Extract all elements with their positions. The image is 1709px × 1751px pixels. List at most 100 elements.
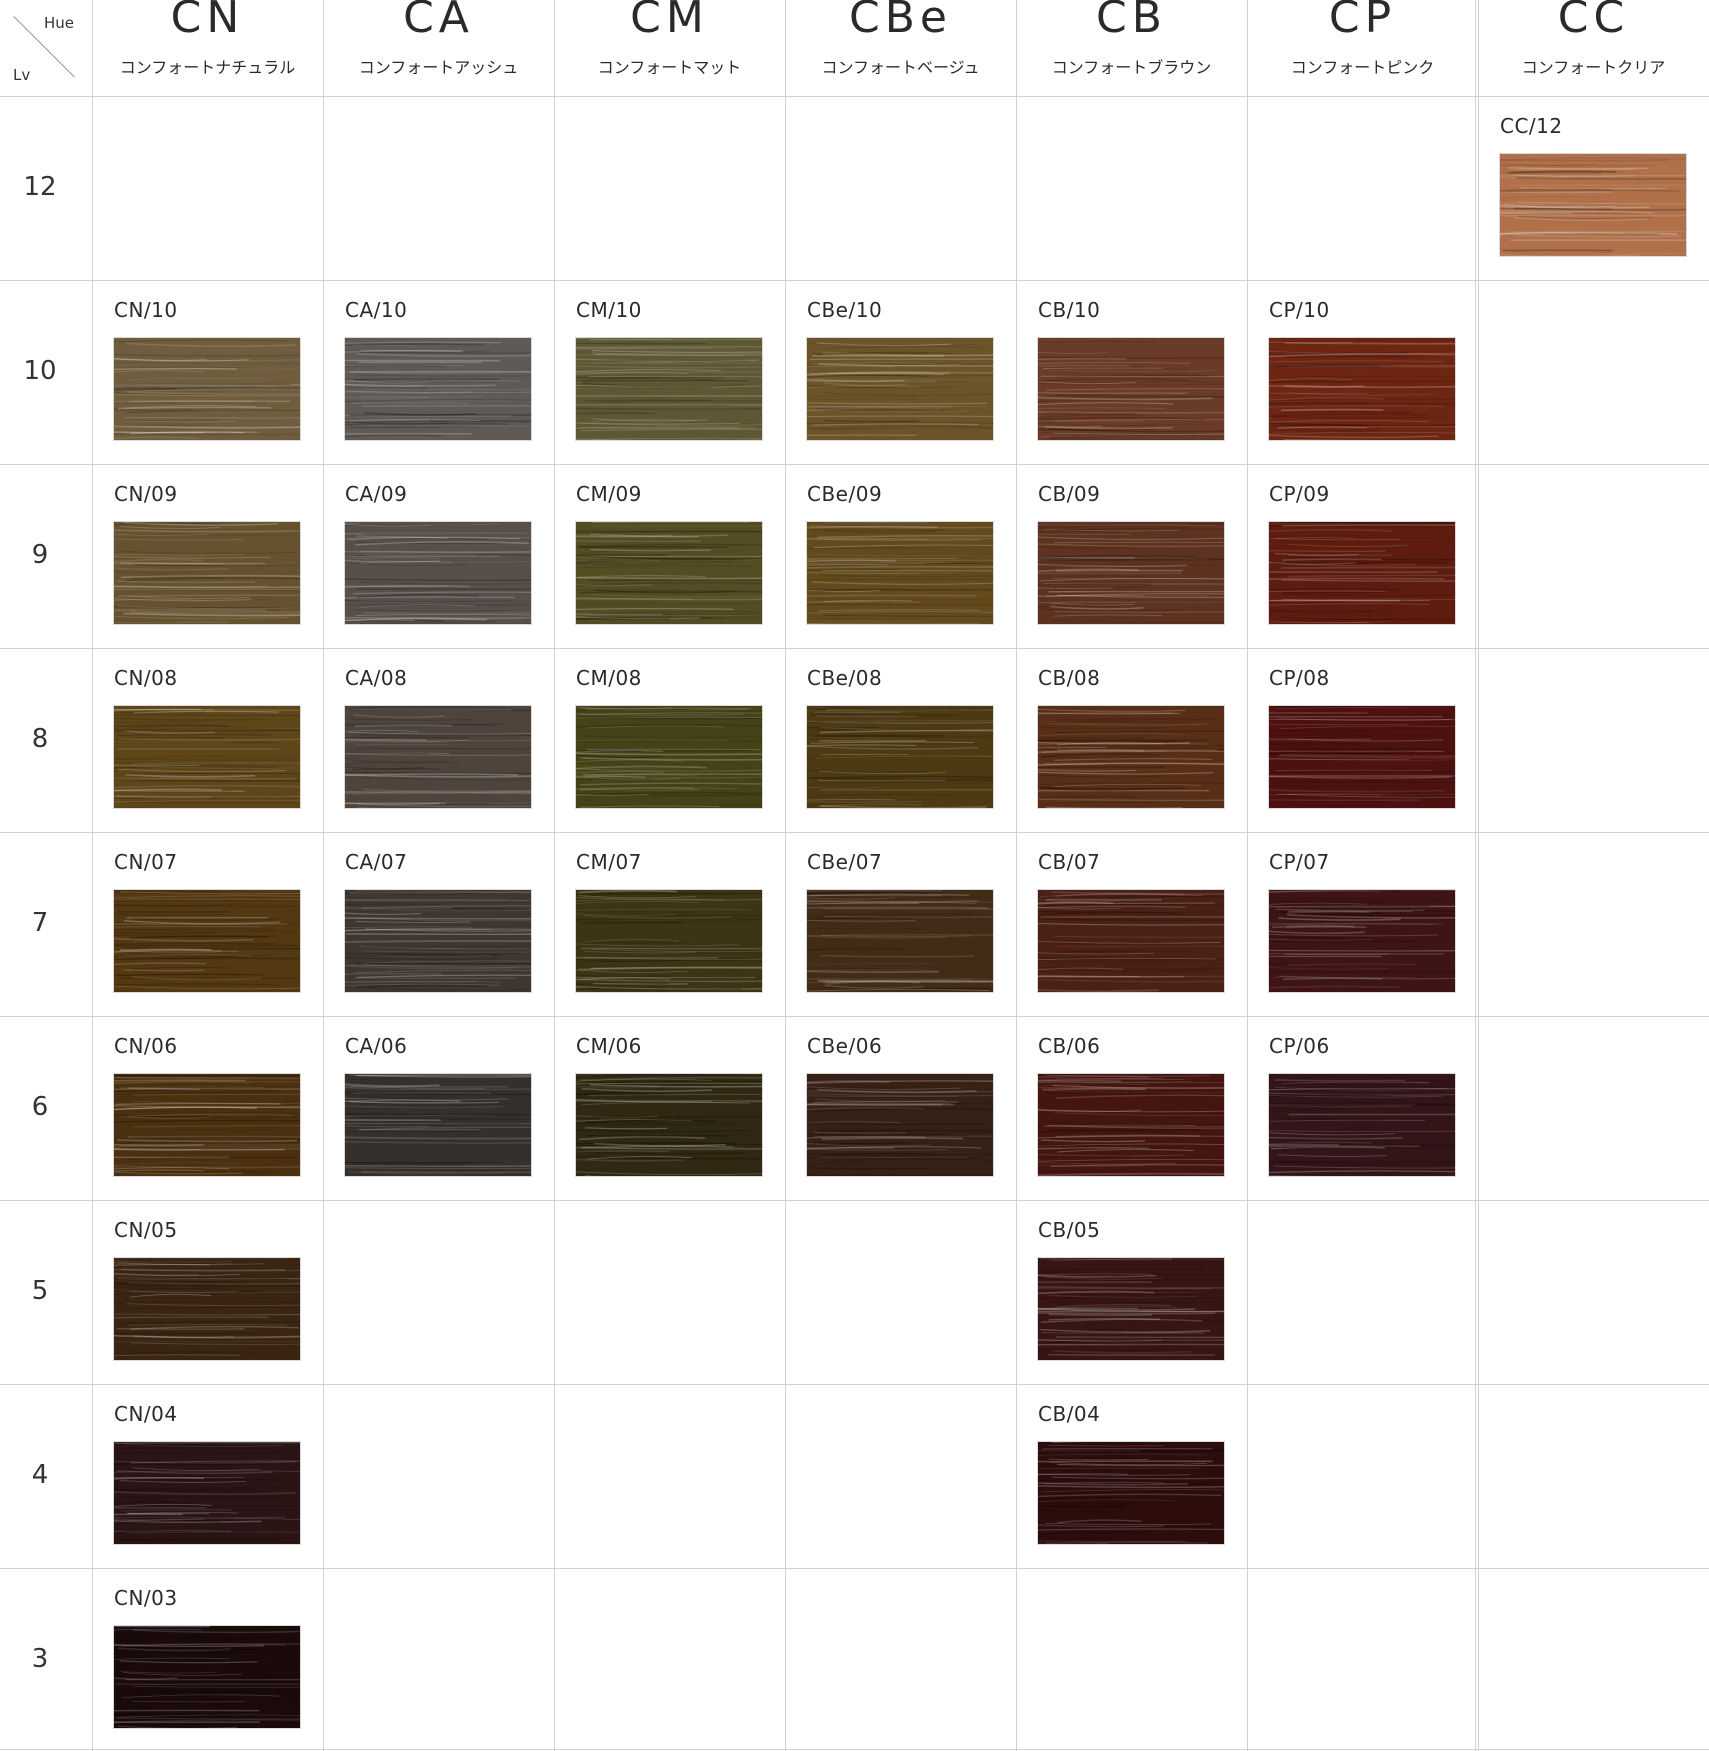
color-swatch <box>576 1074 762 1176</box>
color-swatch <box>807 522 993 624</box>
swatch-code: CN/10 <box>114 298 178 322</box>
column-divider <box>323 0 324 1751</box>
hue-name: コンフォートアッシュ <box>358 58 519 77</box>
color-swatch <box>1038 1442 1224 1544</box>
level-label: 5 <box>31 1276 49 1306</box>
swatch-code: CC/12 <box>1500 114 1563 138</box>
color-swatch <box>345 338 531 440</box>
level-label: 8 <box>31 724 49 754</box>
swatch-code: CA/08 <box>345 666 408 690</box>
hue-header-cc: CC コンフォートクリア <box>1478 0 1709 96</box>
hair-color-chart: Hue Lv CN コンフォートナチュラル CA コンフォートアッシュ CM コンフォート… <box>0 0 1709 1751</box>
column-divider <box>1475 0 1479 1751</box>
hue-code: CM <box>630 0 709 43</box>
hue-axis-label: Hue <box>44 14 75 32</box>
column-divider <box>92 0 93 1751</box>
hue-header-ca: CA コンフォートアッシュ <box>323 0 554 96</box>
color-swatch <box>1038 1074 1224 1176</box>
column-divider <box>554 0 555 1751</box>
swatch-code: CP/06 <box>1269 1034 1330 1058</box>
hue-name: コンフォートナチュラル <box>119 58 296 77</box>
column-divider <box>1016 0 1017 1751</box>
hue-header-cb: CB コンフォートブラウン <box>1016 0 1247 96</box>
color-swatch <box>345 522 531 624</box>
row-divider <box>0 1016 1709 1017</box>
swatch-code: CB/05 <box>1038 1218 1101 1242</box>
color-swatch <box>345 890 531 992</box>
row-divider <box>0 1384 1709 1385</box>
level-label: 9 <box>31 540 49 570</box>
hue-name: コンフォートマット <box>597 58 742 77</box>
color-swatch <box>807 706 993 808</box>
color-swatch <box>1038 890 1224 992</box>
color-swatch <box>1500 154 1686 256</box>
level-label: 3 <box>31 1643 49 1674</box>
color-swatch <box>1038 522 1224 624</box>
swatch-code: CA/07 <box>345 850 408 874</box>
swatch-code: CM/08 <box>576 666 642 690</box>
color-swatch <box>576 890 762 992</box>
color-swatch <box>114 522 300 624</box>
color-swatch <box>1038 1258 1224 1360</box>
hue-code: CA <box>403 0 474 43</box>
row-divider <box>0 1200 1709 1201</box>
row-divider <box>0 464 1709 465</box>
hue-code: CC <box>1557 0 1630 43</box>
row-divider <box>0 648 1709 649</box>
swatch-code: CM/06 <box>576 1034 642 1058</box>
color-swatch <box>1269 338 1455 440</box>
swatch-code: CBe/07 <box>807 850 883 874</box>
swatch-code: CA/10 <box>345 298 408 322</box>
color-swatch <box>114 1258 300 1360</box>
level-label: 4 <box>31 1460 49 1490</box>
color-swatch <box>1038 706 1224 808</box>
swatch-code: CN/05 <box>114 1218 178 1242</box>
column-divider <box>1247 0 1248 1751</box>
hue-code: CB <box>1096 0 1167 43</box>
color-swatch <box>1269 1074 1455 1176</box>
color-swatch <box>576 338 762 440</box>
swatch-code: CB/04 <box>1038 1402 1101 1426</box>
level-axis-label: Lv <box>13 66 31 84</box>
hue-code: CBe <box>849 0 952 43</box>
hue-name: コンフォートブラウン <box>1051 58 1212 77</box>
swatch-code: CBe/09 <box>807 482 883 506</box>
hue-code: CP <box>1328 0 1397 43</box>
hue-code: CN <box>170 0 245 43</box>
hue-header-cm: CM コンフォートマット <box>554 0 785 96</box>
color-swatch <box>114 706 300 808</box>
color-swatch <box>576 706 762 808</box>
row-divider <box>0 96 1709 97</box>
level-label: 10 <box>23 356 57 386</box>
level-label: 7 <box>31 908 49 938</box>
swatch-code: CBe/06 <box>807 1034 883 1058</box>
row-divider <box>0 832 1709 833</box>
swatch-code: CBe/08 <box>807 666 883 690</box>
swatch-code: CB/07 <box>1038 850 1101 874</box>
color-swatch <box>114 1626 300 1728</box>
level-label: 6 <box>31 1092 49 1122</box>
color-swatch <box>114 1074 300 1176</box>
color-swatch <box>807 338 993 440</box>
swatch-code: CN/06 <box>114 1034 178 1058</box>
swatch-code: CM/09 <box>576 482 642 506</box>
swatch-code: CP/10 <box>1269 298 1330 322</box>
swatch-code: CA/09 <box>345 482 408 506</box>
color-swatch <box>576 522 762 624</box>
color-swatch <box>1038 338 1224 440</box>
swatch-code: CN/08 <box>114 666 178 690</box>
swatch-code: CN/09 <box>114 482 178 506</box>
hue-name: コンフォートピンク <box>1290 58 1435 77</box>
color-swatch <box>1269 706 1455 808</box>
level-label: 12 <box>23 172 57 202</box>
swatch-code: CM/10 <box>576 298 642 322</box>
swatch-code: CP/08 <box>1269 666 1330 690</box>
column-divider <box>785 0 786 1751</box>
hue-header-cp: CP コンフォートピンク <box>1247 0 1478 96</box>
swatch-code: CM/07 <box>576 850 642 874</box>
color-swatch <box>345 706 531 808</box>
swatch-code: CBe/10 <box>807 298 883 322</box>
swatch-code: CN/07 <box>114 850 178 874</box>
color-swatch <box>345 1074 531 1176</box>
swatch-code: CN/04 <box>114 1402 178 1426</box>
